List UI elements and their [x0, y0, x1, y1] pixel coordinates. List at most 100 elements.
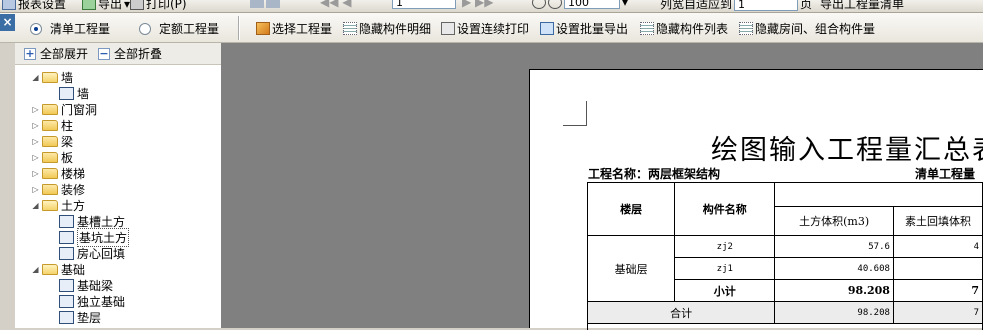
expand-arrow-icon[interactable]: ▷: [31, 169, 40, 178]
total-label: 合计: [586, 301, 776, 324]
top-toolbar: 报表设置 导出 ▾ 打印(P) ◀◀ ◀ 1 ▶ ▶▶ 100 ▾ 列宽自适应到 1 页…: [0, 0, 983, 13]
header-component: 构件名称: [674, 182, 776, 236]
radio-list-quantity[interactable]: 清单工程量: [30, 20, 110, 37]
select-icon: [256, 22, 270, 35]
tree-folder-item[interactable]: ◢ 墙: [31, 69, 73, 85]
expand-arrow-icon[interactable]: ▷: [31, 121, 40, 130]
hide-room-combo-button[interactable]: 隐藏房间、组合构件量: [739, 20, 875, 37]
tree-item-label: 柱: [61, 118, 74, 133]
expand-arrow-icon[interactable]: ▷: [31, 105, 40, 114]
toolbar-separator: [238, 16, 240, 40]
select-quantity-button[interactable]: 选择工程量: [256, 20, 332, 37]
tree-item-label: 墙: [61, 70, 74, 85]
tree-item-label: 板: [61, 150, 74, 165]
hide-component-detail-button[interactable]: 隐藏构件明细: [343, 20, 431, 37]
folder-open-icon: [42, 71, 58, 83]
report-title: 绘图输入工程量汇总表: [711, 135, 983, 166]
list-icon: [739, 22, 753, 35]
collapse-all-icon: −: [98, 46, 111, 60]
floor-cell: 基础层: [586, 235, 676, 302]
folder-icon: [42, 151, 58, 163]
folder-icon: [42, 103, 58, 115]
tree-item-label: 门窗洞: [61, 102, 98, 117]
tree-leaf-item[interactable]: 基坑土方: [59, 227, 130, 247]
component-cell: zj2: [674, 235, 776, 258]
tree-leaf-item[interactable]: 房心回填: [59, 245, 125, 261]
collapse-arrow-icon[interactable]: ◢: [31, 201, 40, 210]
page-nav-next[interactable]: ▶ ▶▶: [462, 0, 494, 9]
folder-open-icon: [42, 199, 58, 211]
table-header-row: 楼层 构件名称: [586, 182, 983, 236]
tree-leaf-item[interactable]: 墙: [59, 85, 89, 101]
tree-item-label: 独立基础: [77, 294, 126, 309]
folder-icon: [42, 119, 58, 131]
backfill-icon: [59, 246, 74, 260]
zoom-in-icon: [532, 0, 546, 9]
tree-folder-item[interactable]: ▷ 楼梯: [31, 165, 85, 181]
fit-pages-input[interactable]: 1: [734, 0, 799, 11]
tree-leaf-item[interactable]: 基础梁: [59, 277, 113, 293]
collapse-arrow-icon[interactable]: ◢: [31, 73, 40, 82]
subtotal-label: 小计: [674, 279, 776, 302]
wall-icon: [59, 86, 74, 100]
folder-icon: [42, 135, 58, 147]
list-icon: [640, 22, 654, 35]
table-continuation: [587, 323, 983, 330]
hide-component-list-button[interactable]: 隐藏构件列表: [640, 20, 728, 37]
tree-folder-item[interactable]: ◢ 基础: [31, 261, 85, 277]
close-panel-button[interactable]: ×: [0, 14, 15, 31]
subtotal-earth: 98.208: [774, 279, 894, 302]
subtotal-backfill: 7: [892, 279, 983, 302]
export-button[interactable]: 导出 ▾: [82, 0, 130, 12]
radio-selected-icon: [30, 22, 42, 35]
collapse-arrow-icon[interactable]: ◢: [31, 265, 40, 274]
tree-item-label: 基础梁: [77, 278, 114, 293]
tree-header: + 全部展开 − 全部折叠: [15, 43, 221, 65]
backfill-cell: 4: [892, 235, 983, 258]
header-backfill: 素土回填体积: [892, 206, 983, 236]
zoom-out-icon: [548, 0, 562, 9]
batch-export-icon: [540, 22, 554, 35]
project-name: 工程名称：两层框架结构: [588, 167, 721, 181]
list-icon: [343, 22, 357, 35]
tree-folder-item[interactable]: ▷ 柱: [31, 117, 73, 133]
footing-icon: [59, 294, 74, 308]
expand-arrow-icon[interactable]: ▷: [31, 153, 40, 162]
total-earth: 98.208: [774, 301, 894, 324]
page-nav-disabled: ◀◀ ◀: [320, 0, 352, 9]
tree-folder-item[interactable]: ▷ 装修: [31, 181, 85, 197]
radio-quota-quantity[interactable]: 定额工程量: [139, 20, 219, 37]
export-list-button[interactable]: 导出工程量清单: [820, 0, 904, 12]
tree-item-label: 墙: [77, 86, 90, 101]
tree-leaf-item[interactable]: 独立基础: [59, 293, 125, 309]
expand-arrow-icon[interactable]: ▷: [31, 137, 40, 146]
tree-item-label: 楼梯: [61, 166, 86, 181]
page-nav-first[interactable]: [250, 0, 280, 8]
expand-all-icon: +: [24, 46, 36, 60]
print-button[interactable]: 打印(P): [130, 0, 187, 12]
collapse-all-button[interactable]: 全部折叠: [114, 45, 162, 62]
set-continuous-print-button[interactable]: 设置连续打印: [441, 20, 529, 37]
tree-folder-item[interactable]: ▷ 门窗洞: [31, 101, 97, 117]
folder-open-icon: [42, 263, 58, 275]
page-margin-marker: [563, 101, 587, 126]
tree-folder-item[interactable]: ▷ 板: [31, 149, 73, 165]
report-settings-button[interactable]: 报表设置: [2, 0, 66, 12]
tree-folder-item[interactable]: ◢ 土方: [31, 197, 85, 213]
printer-icon: [130, 0, 144, 10]
zoom-control[interactable]: 100 ▾: [532, 0, 628, 9]
set-batch-export-button[interactable]: 设置批量导出: [540, 20, 628, 37]
folder-icon: [42, 183, 58, 195]
tree-item-label: 梁: [61, 134, 74, 149]
tree-item-label: 垫层: [77, 310, 102, 325]
summary-table: 楼层 构件名称 土方体积(m3) 素土回填体积 基础层 zj2 57.6 4 z…: [586, 182, 983, 330]
expand-arrow-icon[interactable]: ▷: [31, 185, 40, 194]
tree-item-label: 土方: [61, 198, 86, 213]
tree-item-label: 装修: [61, 182, 86, 197]
page-input[interactable]: 1: [392, 0, 456, 9]
tree-folder-item[interactable]: ▷ 梁: [31, 133, 73, 149]
earth-cell: 57.6: [774, 235, 894, 258]
expand-all-button[interactable]: 全部展开: [40, 45, 88, 62]
tree-leaf-item[interactable]: 垫层: [59, 309, 101, 325]
pit-earth-icon: [59, 230, 74, 244]
